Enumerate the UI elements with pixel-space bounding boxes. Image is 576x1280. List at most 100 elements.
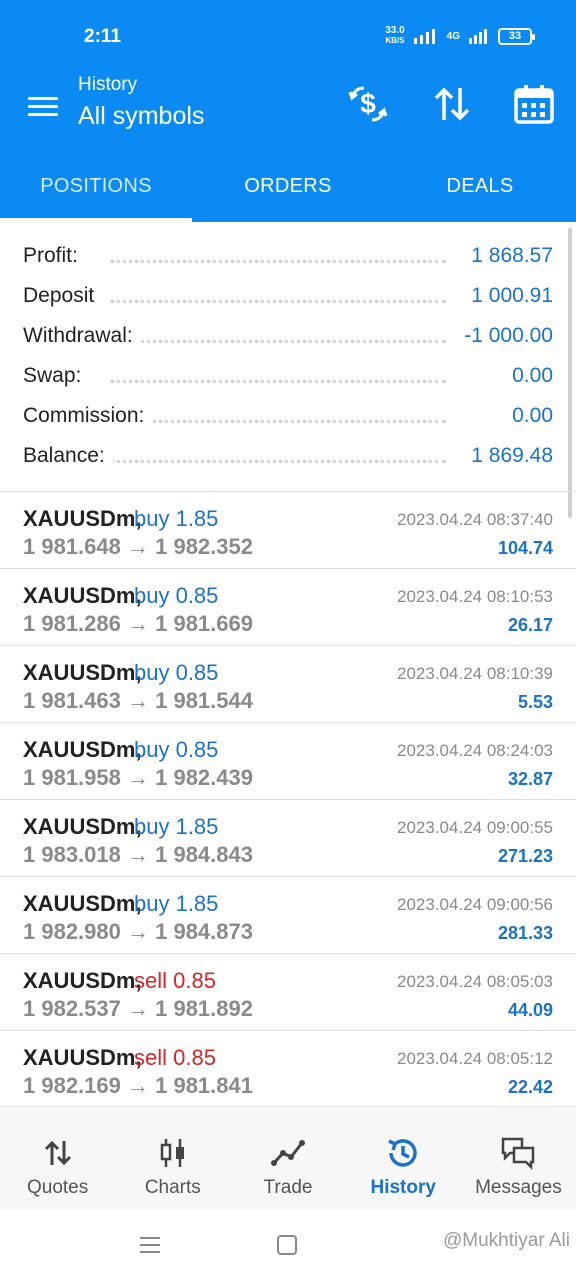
summary-label: Commission: <box>23 404 153 428</box>
deal-symbol: XAUUSDm, <box>23 891 142 916</box>
deal-direction: buy 0.85 <box>134 737 219 762</box>
summary-row-commission: Commission: 0.00 <box>0 396 576 436</box>
list-item[interactable]: XAUUSDm, sell 0.85 1 982.169 → 1 981.841… <box>0 1030 576 1107</box>
leader-dots <box>110 340 446 343</box>
deal-profit: 5.53 <box>517 692 553 712</box>
menu-icon[interactable] <box>28 92 62 126</box>
deal-time: 2023.04.24 08:24:03 <box>397 741 553 760</box>
list-item[interactable]: XAUUSDm, buy 0.85 1 981.463 → 1 981.544 … <box>0 645 576 722</box>
leader-dots <box>110 380 446 383</box>
deal-symbol: XAUUSDm, <box>23 968 142 993</box>
close-price: 1 982.352 <box>155 534 253 559</box>
summary-value: -1 000.00 <box>456 324 553 348</box>
deal-profit: 271.23 <box>497 846 553 866</box>
deal-direction: sell 0.85 <box>134 1045 216 1070</box>
status-bar: 2:11 33.0 KB/S 4G 33 <box>0 0 576 76</box>
list-item[interactable]: XAUUSDm, sell 0.85 1 982.537 → 1 981.892… <box>0 953 576 1030</box>
nav-charts[interactable]: Charts <box>115 1107 230 1210</box>
tab-positions[interactable]: POSITIONS <box>0 146 192 222</box>
tab-orders[interactable]: ORDERS <box>192 146 384 222</box>
home-icon[interactable] <box>274 1232 300 1258</box>
deal-symbol: XAUUSDm, <box>23 1045 142 1070</box>
summary-label: Withdrawal: <box>23 324 141 348</box>
deal-direction: buy 0.85 <box>134 583 219 608</box>
calendar-icon[interactable] <box>512 82 556 126</box>
nav-label: Messages <box>475 1177 562 1198</box>
network-speed-value: 33.0 <box>385 25 405 36</box>
network-speed-unit: KB/S <box>385 36 405 45</box>
summary-value: 1 000.91 <box>463 284 553 308</box>
deal-direction: buy 0.85 <box>134 660 219 685</box>
tab-deals[interactable]: DEALS <box>384 146 576 222</box>
deal-time: 2023.04.24 08:10:53 <box>397 587 553 606</box>
list-item[interactable]: XAUUSDm, buy 1.85 1 983.018 → 1 984.843 … <box>0 799 576 876</box>
nav-trade[interactable]: Trade <box>230 1107 345 1210</box>
summary-value: 0.00 <box>504 404 553 428</box>
summary-row-deposit: Deposit 1 000.91 <box>0 276 576 316</box>
open-price: 1 982.980 <box>23 919 121 944</box>
deal-profit: 281.33 <box>497 923 553 943</box>
nav-history[interactable]: History <box>346 1107 461 1210</box>
summary-value: 1 868.57 <box>463 244 553 268</box>
list-item[interactable]: XAUUSDm, buy 0.85 1 981.286 → 1 981.669 … <box>0 568 576 645</box>
nav-quotes[interactable]: Quotes <box>0 1107 115 1210</box>
quotes-arrows-icon <box>44 1140 71 1166</box>
deal-symbol: XAUUSDm, <box>23 506 142 531</box>
deal-profit: 104.74 <box>497 538 553 558</box>
open-price: 1 981.286 <box>23 611 121 636</box>
deal-prices: 1 981.286 → 1 981.669 <box>23 611 253 636</box>
deal-time: 2023.04.24 08:05:12 <box>397 1049 553 1068</box>
summary-label: Balance: <box>23 444 113 468</box>
currency-exchange-icon[interactable]: $ <box>346 82 390 126</box>
deal-profit: 22.42 <box>507 1077 553 1097</box>
app-subtitle: History <box>78 74 138 95</box>
close-price: 1 981.544 <box>155 688 253 713</box>
summary-label: Swap: <box>23 364 90 388</box>
history-clock-icon <box>388 1139 417 1167</box>
deal-time: 2023.04.24 08:05:03 <box>397 972 553 991</box>
deal-profit: 32.87 <box>507 769 553 789</box>
symbol-selector[interactable]: All symbols <box>78 102 204 131</box>
summary-row-balance: Balance: 1 869.48 <box>0 436 576 476</box>
nav-label: Trade <box>263 1177 313 1198</box>
leader-dots <box>110 260 446 263</box>
deal-direction: sell 0.85 <box>134 968 216 993</box>
nav-label: Quotes <box>26 1177 89 1198</box>
nav-label: Charts <box>144 1177 201 1198</box>
deal-prices: 1 982.537 → 1 981.892 <box>23 996 253 1021</box>
open-price: 1 982.169 <box>23 1073 121 1098</box>
recent-apps-icon[interactable] <box>137 1232 163 1258</box>
list-item[interactable]: XAUUSDm, buy 1.85 1 982.980 → 1 984.873 … <box>0 876 576 953</box>
status-time: 2:11 <box>84 26 121 47</box>
deal-direction: buy 1.85 <box>134 506 219 531</box>
close-price: 1 984.873 <box>155 919 253 944</box>
sort-icon[interactable] <box>430 82 474 126</box>
deal-prices: 1 982.980 → 1 984.873 <box>23 919 253 944</box>
nav-messages[interactable]: Messages <box>461 1107 576 1210</box>
open-price: 1 981.648 <box>23 534 121 559</box>
trade-line-icon <box>271 1140 305 1166</box>
close-price: 1 984.843 <box>155 842 253 867</box>
watermark: @Mukhtiyar Ali <box>443 1230 570 1251</box>
deal-profit: 44.09 <box>507 1000 553 1020</box>
summary-value: 1 869.48 <box>463 444 553 468</box>
deal-prices: 1 981.958 → 1 982.439 <box>23 765 253 790</box>
scrollbar[interactable] <box>568 228 572 518</box>
signal-icon <box>413 29 435 44</box>
status-icons: 33.0 KB/S 4G 33 <box>385 26 535 46</box>
deal-time: 2023.04.24 08:10:39 <box>397 664 553 683</box>
open-price: 1 981.958 <box>23 765 121 790</box>
leader-dots <box>110 420 446 423</box>
account-summary: Profit: 1 868.57 Deposit 1 000.91 Withdr… <box>0 236 576 476</box>
chat-bubbles-icon <box>502 1137 535 1171</box>
close-price: 1 982.439 <box>155 765 253 790</box>
list-item[interactable]: XAUUSDm, buy 1.85 1 981.648 → 1 982.352 … <box>0 491 576 568</box>
network-speed: 33.0 KB/S <box>385 26 404 46</box>
network-type: 4G <box>446 30 460 42</box>
list-item[interactable]: XAUUSDm, buy 0.85 1 981.958 → 1 982.439 … <box>0 722 576 799</box>
nav-label: History <box>370 1177 436 1198</box>
deal-symbol: XAUUSDm, <box>23 660 142 685</box>
signal-icon-2 <box>469 29 487 44</box>
bottom-navigation: Quotes Charts Trade History Messages <box>0 1106 576 1210</box>
deal-direction: buy 1.85 <box>134 814 219 839</box>
